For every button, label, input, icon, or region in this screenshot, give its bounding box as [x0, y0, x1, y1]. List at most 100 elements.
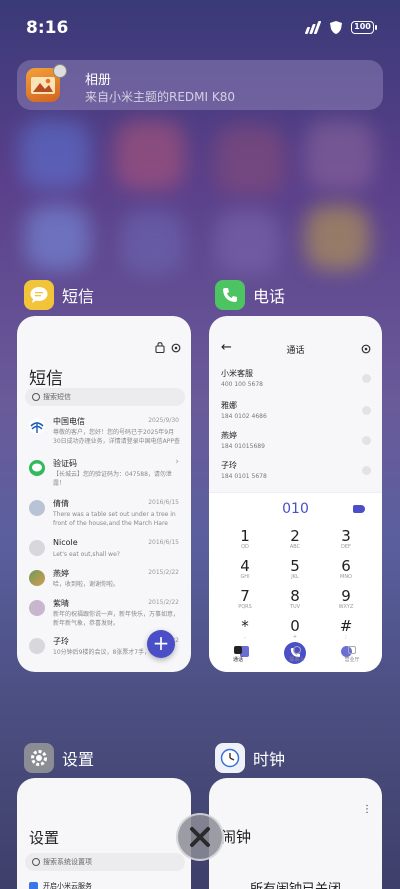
caller-number: 400 100 5678 [221, 381, 263, 388]
new-message-button[interactable]: + [147, 630, 175, 658]
sms-contact-name: 倩倩 [53, 499, 69, 508]
dialpad-key[interactable]: 5 JKL [275, 557, 315, 580]
status-time: 8:16 [26, 18, 69, 38]
clock-app-header[interactable]: 时钟 [215, 743, 285, 773]
sms-app-icon [24, 280, 54, 310]
dialpad-key[interactable]: 7 PQRS [225, 587, 265, 610]
sms-app-card[interactable]: 短信 搜索短信 中国电信 2025/9/30 尊敬的客户，您好！您的号码已于20… [17, 316, 191, 672]
call-log-row[interactable]: 燕婷 184 01015689 [221, 430, 371, 460]
call-log-row[interactable]: 小米客服 400 100 5678 [221, 368, 371, 398]
list-item[interactable]: 中国电信 2025/9/30 尊敬的客户，您好！您的号码已于2025年9月30日… [25, 416, 185, 456]
lock-icon [155, 342, 165, 353]
settings-app-name: 设置 [62, 750, 95, 769]
clear-all-button[interactable] [176, 813, 224, 861]
info-icon[interactable] [362, 466, 371, 475]
close-icon [190, 827, 210, 847]
avatar [29, 638, 45, 654]
dialpad-key[interactable]: #; [326, 617, 366, 640]
dialpad-key[interactable]: *, [225, 617, 265, 640]
dialpad-key[interactable]: 1 QD [225, 527, 265, 550]
notification-title: 相册 [85, 73, 112, 88]
backspace-icon[interactable] [353, 505, 365, 513]
dialpad-key[interactable]: 6 MNO [326, 557, 366, 580]
sms-date: 2015/2/22 [148, 569, 179, 576]
settings-item-cloud[interactable]: 开启小米云服务 [43, 881, 92, 889]
wallpaper-blob [25, 205, 90, 270]
wallpaper-blob [215, 125, 285, 195]
sms-app-header[interactable]: 短信 [24, 280, 94, 310]
info-icon[interactable] [362, 406, 371, 415]
wallpaper-blob [120, 210, 185, 275]
sms-preview: 新年的祝福跟你说一声，新年快乐，万事如意，新年新气象，恭喜发财。 [53, 611, 180, 627]
call-log-row[interactable]: 子玲 184 0101 5678 [221, 460, 371, 490]
wallpaper-blob [305, 205, 370, 270]
sms-contact-name: 验证码 [53, 459, 77, 468]
phone-app-name: 电话 [253, 287, 286, 306]
sms-contact-name: Nicole [53, 538, 78, 547]
avatar [29, 570, 45, 586]
notification-banner[interactable]: 相册 来自小米主题的REDMI K80 [17, 60, 383, 110]
sms-app-name: 短信 [62, 287, 95, 306]
dialpad-key[interactable]: 3 DEF [326, 527, 366, 550]
list-item[interactable]: 验证码 › 【长城云】您的验证码为：047588，请勿泄露！ [25, 457, 185, 498]
phone-app-card[interactable]: ← 通话 小米客服 400 100 5678 雅娜 184 0102 4686 … [209, 316, 382, 672]
wallpaper-blob [115, 120, 185, 190]
info-icon[interactable] [362, 374, 371, 383]
wallpaper-blob [215, 210, 280, 275]
wallpaper-blob [305, 120, 375, 190]
sms-page-title: 短信 [29, 369, 63, 389]
list-item[interactable]: 倩倩 2016/6/15 There was a table set out u… [25, 498, 185, 538]
dialpad-key[interactable]: 0 + [275, 617, 315, 640]
telecom-logo-icon [29, 418, 45, 434]
message-icon [29, 460, 45, 476]
call-log-row[interactable]: 雅娜 184 0102 4686 [221, 400, 371, 430]
settings-page-title: 设置 [29, 829, 60, 847]
tab-service-hall[interactable]: 营业厅 [327, 656, 377, 663]
tab-service-icon [348, 646, 356, 654]
clock-app-card[interactable]: ⋮ 闹钟 所有闹钟已关闭 [209, 778, 382, 889]
alarm-status-message: 所有闹钟已关闭 [209, 878, 382, 889]
dialpad-key[interactable]: 9 WXYZ [326, 587, 366, 610]
dialpad-key[interactable]: 8 TUV [275, 587, 315, 610]
cloud-service-icon [29, 882, 38, 889]
phone-app-header[interactable]: 电话 [215, 280, 285, 310]
avatar [29, 500, 45, 516]
caller-name: 雅娜 [221, 401, 237, 410]
clock-app-icon [215, 743, 245, 773]
gear-icon [171, 343, 181, 353]
tab-calls[interactable]: 通话 [213, 656, 263, 663]
sms-search-input[interactable]: 搜索短信 [25, 388, 185, 406]
notification-subtitle: 来自小米主题的REDMI K80 [85, 90, 236, 104]
phone-app-icon [215, 280, 245, 310]
settings-app-card[interactable]: 设置 搜索系统设置项 开启小米云服务 [17, 778, 191, 889]
clock-page-title: 闹钟 [221, 828, 252, 846]
phone-page-title: 通话 [286, 346, 305, 356]
sms-preview: 【长城云】您的验证码为：047588，请勿泄露！ [53, 471, 172, 487]
more-options-icon[interactable]: ⋮ [362, 805, 372, 815]
tab-contacts[interactable]: 联系人 [272, 656, 322, 663]
sms-preview: There was a table set out under a tree i… [53, 511, 176, 527]
avatar [29, 600, 45, 616]
tab-calls-icon [234, 646, 242, 654]
info-icon[interactable] [362, 436, 371, 445]
dialpad-key[interactable]: 2 ABC [275, 527, 315, 550]
status-bar: 8:16 100 [0, 0, 400, 56]
shield-icon [330, 21, 342, 34]
caller-number: 184 0101 5678 [221, 473, 267, 480]
caller-name: 小米客服 [221, 369, 253, 378]
sms-contact-name: 子玲 [53, 637, 69, 646]
settings-search-input[interactable]: 搜索系统设置项 [25, 853, 185, 871]
sms-preview: Let's eat out,shall we? [53, 551, 120, 558]
sms-contact-name: 紫晴 [53, 599, 69, 608]
chevron-right-icon: › [175, 457, 179, 467]
sms-date: 2016/6/15 [148, 539, 179, 546]
dialpad-key[interactable]: 4 GHI [225, 557, 265, 580]
sms-date: 2025/9/30 [148, 417, 179, 424]
caller-name: 燕婷 [221, 431, 237, 440]
clock-app-name: 时钟 [253, 750, 286, 769]
sms-preview: 尊敬的客户，您好！您的号码已于2025年9月30日成功办理业务，详情请登录中国电… [53, 429, 180, 445]
sms-contact-name: 中国电信 [53, 417, 85, 426]
settings-app-header[interactable]: 设置 [24, 743, 94, 773]
sms-date: 2016/6/15 [148, 499, 179, 506]
sms-date: 2015/2/22 [148, 599, 179, 606]
